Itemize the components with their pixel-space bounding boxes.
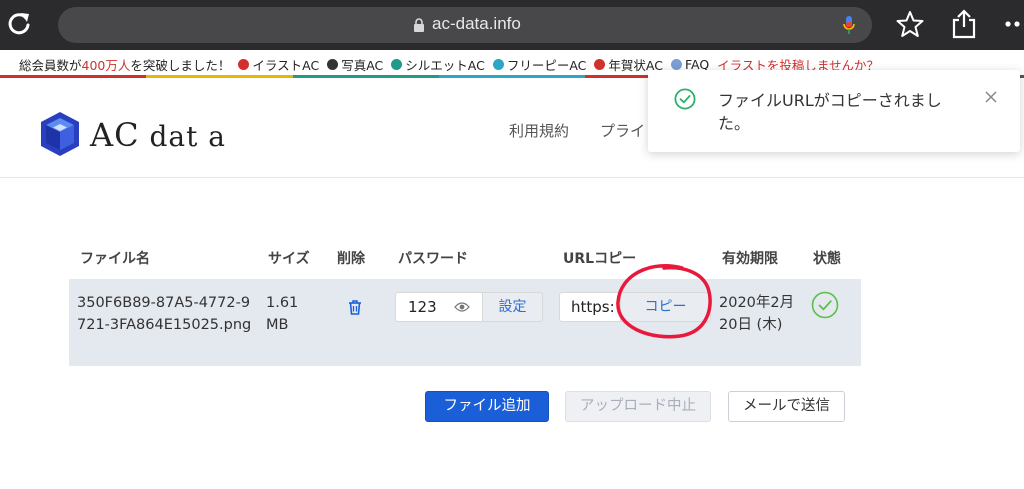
link-silhouette-ac[interactable]: シルエットAC <box>391 55 485 74</box>
link-photo-ac[interactable]: 写真AC <box>327 55 383 74</box>
announcement-highlight: 400万人 <box>81 58 131 73</box>
announcement-suffix: を突破しました！ <box>130 58 231 73</box>
freepy-ac-icon <box>492 59 504 70</box>
eye-icon[interactable] <box>454 301 470 313</box>
address-bar[interactable]: ac-data.info <box>58 7 872 43</box>
address-url: ac-data.info <box>432 14 521 33</box>
file-size: 1.61 MB <box>266 295 299 333</box>
nav-terms[interactable]: 利用規約 <box>509 120 569 141</box>
more-icon[interactable] <box>1004 18 1024 30</box>
faq-icon <box>670 59 682 70</box>
header-expiry: 有効期限 <box>722 251 778 267</box>
add-file-button[interactable]: ファイル追加 <box>425 391 549 422</box>
file-name: 350F6B89-87A5-4772-9721-3FA864E15025.png <box>77 295 252 333</box>
password-input[interactable]: 123 <box>395 292 483 322</box>
toast-message: ファイルURLがコピーされました。 <box>718 91 942 133</box>
check-circle-icon <box>674 88 696 110</box>
page-root: ac-data.info 総会員数が 400万人 を突破しました！ イラストAC 写… <box>0 0 1024 489</box>
header-status: 状態 <box>813 251 841 267</box>
lock-icon <box>414 18 424 32</box>
photo-ac-icon <box>327 59 339 70</box>
expiry-date: 2020年2月20日 (木) <box>719 295 795 333</box>
copy-url-button[interactable]: コピー <box>621 292 711 322</box>
header-delete: 削除 <box>337 251 365 267</box>
url-value: https: <box>571 298 615 316</box>
send-email-button[interactable]: メールで送信 <box>728 391 845 422</box>
stop-upload-button: アップロード中止 <box>565 391 711 422</box>
nengajo-ac-icon <box>594 59 606 70</box>
url-field[interactable]: https: <box>559 292 621 322</box>
reload-icon[interactable] <box>4 9 34 39</box>
password-value: 123 <box>408 298 437 316</box>
copy-toast: ファイルURLがコピーされました。 <box>648 70 1020 152</box>
illust-ac-icon <box>238 59 250 70</box>
browser-toolbar: ac-data.info <box>0 0 1024 50</box>
star-icon[interactable] <box>896 10 924 38</box>
link-freepy-ac[interactable]: フリーピーAC <box>492 55 586 74</box>
silhouette-ac-icon <box>391 59 403 70</box>
logo-text[interactable]: AC dat a <box>90 116 226 154</box>
set-password-button[interactable]: 設定 <box>483 292 543 322</box>
trash-icon[interactable] <box>348 299 362 315</box>
header-url-copy: URLコピー <box>563 251 637 267</box>
cube-logo-icon[interactable] <box>38 110 82 158</box>
link-illust-ac[interactable]: イラストAC <box>238 55 319 74</box>
nav-privacy[interactable]: プライ <box>600 120 645 141</box>
header-size: サイズ <box>268 251 310 267</box>
status-ok-icon <box>811 291 839 319</box>
close-icon[interactable] <box>984 90 998 104</box>
mic-icon[interactable] <box>842 15 856 35</box>
share-icon[interactable] <box>950 9 978 39</box>
announcement-prefix: 総会員数が <box>19 58 82 73</box>
header-filename: ファイル名 <box>80 251 150 267</box>
header-password: パスワード <box>398 251 468 267</box>
